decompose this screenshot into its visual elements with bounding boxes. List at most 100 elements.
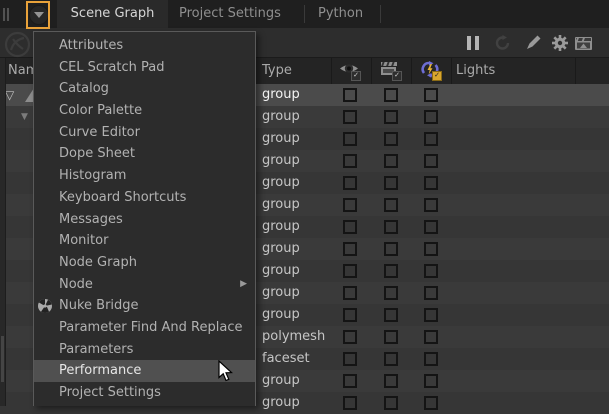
menu-item-histogram[interactable]: Histogram — [34, 165, 255, 187]
menu-item-messages[interactable]: Messages — [34, 209, 255, 231]
render-visibility-checkbox[interactable] — [384, 154, 398, 168]
pause-icon[interactable] — [464, 35, 484, 51]
live-render-updates-checkbox[interactable] — [424, 110, 438, 124]
menu-item-curve-editor[interactable]: Curve Editor — [34, 122, 255, 144]
render-visibility-checkbox[interactable] — [384, 110, 398, 124]
row-type-label: group — [262, 260, 300, 282]
viewer-visibility-checkbox[interactable] — [343, 286, 357, 300]
live-render-updates-checkbox[interactable] — [424, 198, 438, 212]
row-type-label: polymesh — [262, 326, 325, 348]
nuke-logo-icon — [37, 298, 53, 314]
viewer-visibility-checkbox[interactable] — [343, 330, 357, 344]
menu-item-keyboard-shortcuts[interactable]: Keyboard Shortcuts — [34, 187, 255, 209]
vertical-scrollbar[interactable] — [0, 58, 6, 406]
menu-item-catalog[interactable]: Catalog — [34, 78, 255, 100]
viewer-visibility-checkbox[interactable] — [343, 242, 357, 256]
row-type-label: group — [262, 238, 300, 260]
menu-item-node[interactable]: Node▶ — [34, 274, 255, 296]
render-visibility-checkbox[interactable] — [384, 242, 398, 256]
refresh-icon[interactable] — [493, 35, 513, 51]
viewer-visibility-checkbox[interactable] — [343, 132, 357, 146]
katana-logo-icon — [4, 31, 31, 58]
tab-project-settings[interactable]: Project Settings — [179, 0, 281, 28]
live-render-updates-checkbox[interactable] — [424, 88, 438, 102]
render-visibility-checkbox[interactable] — [384, 374, 398, 388]
row-type-label: group — [262, 84, 300, 106]
tab-scene-graph[interactable]: Scene Graph — [57, 0, 168, 28]
live-render-updates-checkbox[interactable] — [424, 396, 438, 410]
row-type-label: group — [262, 194, 300, 216]
viewer-visibility-checkbox[interactable] — [343, 264, 357, 278]
live-render-updates-checkbox[interactable] — [424, 176, 438, 190]
render-visibility-checkbox[interactable] — [384, 198, 398, 212]
viewer-visibility-checkbox[interactable] — [343, 110, 357, 124]
tab-python[interactable]: Python — [318, 0, 363, 28]
settings-gear-icon[interactable] — [550, 35, 570, 51]
live-render-updates-checkbox[interactable] — [424, 374, 438, 388]
column-header-type[interactable]: Type — [262, 58, 292, 84]
edit-pencil-icon[interactable] — [525, 35, 545, 51]
row-type-label: group — [262, 282, 300, 304]
render-visibility-checkbox[interactable] — [384, 220, 398, 234]
panel-type-menu: Attributes CEL Scratch Pad Catalog Color Pa… — [33, 31, 256, 406]
live-render-updates-checkbox[interactable] — [424, 220, 438, 234]
panel-drag-handle[interactable] — [3, 8, 10, 21]
menu-item-parameter-find-and-replace[interactable]: Parameter Find And Replace — [34, 317, 255, 339]
viewer-visibility-checkbox[interactable] — [343, 198, 357, 212]
viewer-visibility-icon[interactable]: ✓ — [339, 61, 361, 81]
render-visibility-checkbox[interactable] — [384, 88, 398, 102]
live-render-updates-checkbox[interactable] — [424, 308, 438, 322]
viewer-visibility-checkbox[interactable] — [343, 176, 357, 190]
render-visibility-icon[interactable]: ✓ — [380, 61, 402, 81]
live-render-updates-checkbox[interactable] — [424, 264, 438, 278]
viewer-visibility-checkbox[interactable] — [343, 352, 357, 366]
menu-item-node-graph[interactable]: Node Graph — [34, 252, 255, 274]
render-visibility-checkbox[interactable] — [384, 352, 398, 366]
menu-item-label: CEL Scratch Pad — [59, 60, 164, 75]
viewer-visibility-checkbox[interactable] — [343, 396, 357, 410]
menu-item-attributes[interactable]: Attributes — [34, 35, 255, 57]
live-render-updates-checkbox[interactable] — [424, 286, 438, 300]
row-type-label: group — [262, 172, 300, 194]
tab-bar: Scene Graph Project Settings Python — [0, 0, 609, 28]
live-render-updates-checkbox[interactable] — [424, 352, 438, 366]
live-render-updates-icon[interactable]: ✓ — [420, 61, 442, 81]
tab-separator — [304, 5, 305, 23]
menu-item-dope-sheet[interactable]: Dope Sheet — [34, 143, 255, 165]
menu-item-label: Curve Editor — [59, 125, 140, 140]
menu-item-label: Histogram — [59, 168, 126, 183]
viewer-visibility-checkbox[interactable] — [343, 88, 357, 102]
viewer-visibility-checkbox[interactable] — [343, 154, 357, 168]
render-visibility-checkbox[interactable] — [384, 132, 398, 146]
scrollbar-thumb[interactable] — [1, 336, 4, 382]
render-visibility-checkbox[interactable] — [384, 286, 398, 300]
expander-open-icon[interactable]: ▼ — [21, 110, 28, 124]
live-render-updates-checkbox[interactable] — [424, 330, 438, 344]
column-header-lights[interactable]: Lights — [456, 58, 495, 84]
render-visibility-checkbox[interactable] — [384, 308, 398, 322]
render-visibility-checkbox[interactable] — [384, 264, 398, 278]
mouse-cursor — [218, 360, 233, 382]
render-visibility-checkbox[interactable] — [384, 330, 398, 344]
menu-item-label: Project Settings — [59, 385, 161, 400]
menu-item-label: Node — [59, 277, 93, 292]
menu-item-project-settings[interactable]: Project Settings — [34, 382, 255, 404]
render-slate-icon[interactable] — [574, 35, 594, 51]
menu-item-label: Catalog — [59, 81, 109, 96]
menu-item-color-palette[interactable]: Color Palette — [34, 100, 255, 122]
viewer-visibility-checkbox[interactable] — [343, 374, 357, 388]
menu-item-cel-scratch-pad[interactable]: CEL Scratch Pad — [34, 57, 255, 79]
viewer-visibility-checkbox[interactable] — [343, 308, 357, 322]
menu-item-nuke-bridge[interactable]: Nuke Bridge — [34, 295, 255, 317]
live-render-updates-checkbox[interactable] — [424, 242, 438, 256]
render-visibility-checkbox[interactable] — [384, 396, 398, 410]
expander-open-icon[interactable]: ▽ — [5, 87, 14, 103]
render-visibility-checkbox[interactable] — [384, 176, 398, 190]
live-render-updates-checkbox[interactable] — [424, 132, 438, 146]
row-type-label: group — [262, 392, 300, 414]
viewer-visibility-checkbox[interactable] — [343, 220, 357, 234]
menu-item-parameters[interactable]: Parameters — [34, 339, 255, 361]
row-type-label: group — [262, 106, 300, 128]
menu-item-monitor[interactable]: Monitor — [34, 230, 255, 252]
live-render-updates-checkbox[interactable] — [424, 154, 438, 168]
